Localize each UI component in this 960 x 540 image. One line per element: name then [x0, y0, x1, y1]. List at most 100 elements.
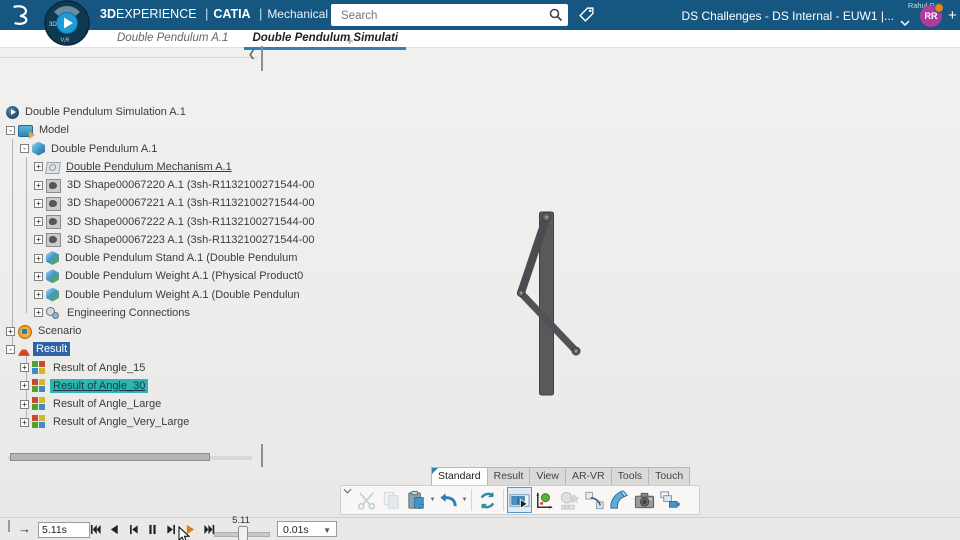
- tree-item-label: Result of Angle_30: [50, 378, 149, 393]
- tree-hscroll-thumb[interactable]: [10, 453, 210, 461]
- expand-expander-icon[interactable]: +: [34, 253, 43, 263]
- ribbon-tab-result[interactable]: Result: [486, 467, 531, 485]
- pendulum-3d-view[interactable]: [480, 190, 620, 405]
- expand-expander-icon[interactable]: +: [6, 326, 15, 336]
- panel-collapse-icon[interactable]: ❮: [248, 49, 256, 60]
- plot-icon[interactable]: [532, 487, 557, 513]
- video-export-icon[interactable]: [657, 487, 682, 513]
- paste-icon[interactable]: [404, 487, 429, 513]
- time-slider-thumb[interactable]: [238, 526, 248, 540]
- tree-item-label: Result of Angle_15: [53, 361, 146, 374]
- collapse-expander-icon[interactable]: -: [20, 144, 29, 153]
- expand-expander-icon[interactable]: +: [34, 180, 43, 190]
- mechanism-icon: [45, 161, 61, 174]
- paste-dropdown-arrow-icon[interactable]: ▼: [429, 497, 436, 503]
- update-icon[interactable]: [475, 487, 500, 513]
- sensors-icon[interactable]: [557, 487, 582, 513]
- expand-expander-icon[interactable]: +: [34, 217, 43, 226]
- tree-item-label: Engineering Connections: [67, 306, 190, 319]
- playback-bar: → 5.11 0.01s▼: [0, 515, 960, 540]
- result-b-icon: [32, 378, 47, 393]
- panel-resize-handle[interactable]: [261, 46, 263, 71]
- tree-item[interactable]: +3D Shape00067222 A.1 (3sh-R113210027154…: [4, 213, 318, 231]
- tree-item[interactable]: + Engineering Connections: [4, 304, 193, 322]
- expand-expander-icon[interactable]: +: [34, 290, 43, 299]
- play-backward-button[interactable]: [105, 521, 124, 537]
- ribbon-tab-view[interactable]: View: [529, 467, 566, 485]
- cut-icon[interactable]: [354, 487, 379, 513]
- section-icon[interactable]: [607, 487, 632, 513]
- notification-dot: [934, 3, 944, 13]
- tree-item[interactable]: +3D Shape00067220 A.1 (3sh-R113210027154…: [4, 176, 318, 194]
- displacement-icon[interactable]: [582, 487, 607, 513]
- tree-item-label: Scenario: [38, 325, 82, 337]
- tree-item[interactable]: - Double Pendulum A.1: [4, 140, 160, 158]
- tree-item[interactable]: + Scenario: [4, 322, 84, 340]
- ribbon-tab-standard[interactable]: Standard: [431, 467, 488, 485]
- playbar-drag-handle[interactable]: [8, 520, 10, 532]
- tree-item[interactable]: +3D Shape00067223 A.1 (3sh-R113210027154…: [4, 231, 318, 249]
- model-icon: [18, 125, 35, 140]
- top-bar: 3DEXPERIENCE |CATIA |Mechanical Sys. Exp…: [0, 0, 960, 46]
- jump-start-button[interactable]: [86, 521, 105, 537]
- expand-expander-icon[interactable]: +: [34, 308, 43, 318]
- product2-icon: [46, 287, 59, 302]
- step-size-dropdown[interactable]: 0.01s ▼: [277, 521, 337, 537]
- chevron-down-icon: ▼: [323, 526, 331, 535]
- search-icon[interactable]: [549, 8, 563, 27]
- tree-item[interactable]: + Result of Angle_30: [4, 377, 149, 395]
- tree-item-label: Double Pendulum A.1: [51, 142, 158, 155]
- chevron-down-icon[interactable]: [900, 13, 910, 31]
- avatar[interactable]: RR: [920, 3, 944, 27]
- copy-icon[interactable]: [379, 487, 404, 513]
- panel-resize-handle[interactable]: [261, 444, 263, 467]
- tree-item[interactable]: + Double Pendulum Weight A.1 (Double Pend…: [4, 286, 303, 304]
- shape-icon: [46, 178, 61, 193]
- workspace-selector[interactable]: DS Challenges - DS Internal - EUW1 |...: [681, 9, 894, 23]
- document-tab[interactable]: Double Pendulum A.1: [105, 30, 240, 48]
- ribbon-tab-touch[interactable]: Touch: [648, 467, 691, 485]
- tree-item[interactable]: + Result of Angle_15: [4, 359, 148, 377]
- ribbon-tab-ar-vr[interactable]: AR-VR: [564, 467, 612, 485]
- tree-item[interactable]: + Result of Angle_Very_Large: [4, 413, 192, 431]
- tree-item[interactable]: +3D Shape00067221 A.1 (3sh-R113210027154…: [4, 194, 318, 212]
- expand-expander-icon[interactable]: +: [20, 399, 29, 409]
- expand-expander-icon[interactable]: +: [34, 198, 43, 208]
- pause-button[interactable]: [143, 521, 162, 537]
- playback-controls: [86, 521, 219, 537]
- ribbon-tab-strip: Standard Result View AR-VR Tools Touch: [431, 467, 691, 485]
- toolbar-overflow-chevron-icon[interactable]: [341, 486, 354, 514]
- undo-dropdown-arrow-icon[interactable]: ▼: [461, 497, 468, 503]
- tree-item[interactable]: + Result of Angle_Large: [4, 395, 164, 413]
- time-input[interactable]: [38, 522, 90, 538]
- timeline-arrow-icon: →: [18, 521, 31, 536]
- undo-icon[interactable]: [436, 487, 461, 513]
- expand-expander-icon[interactable]: +: [34, 271, 43, 281]
- tree-item[interactable]: + Double Pendulum Weight A.1 (Physical Pr…: [4, 267, 306, 285]
- expand-expander-icon[interactable]: +: [20, 381, 29, 391]
- simulation-player-icon[interactable]: [507, 487, 532, 513]
- 3dexperience-compass-icon[interactable]: 3D V,R: [44, 0, 90, 51]
- expand-expander-icon[interactable]: +: [20, 417, 29, 427]
- document-tab[interactable]: Double Pendulum Simulati: [240, 30, 410, 50]
- result-root-icon: [18, 342, 30, 356]
- expand-expander-icon[interactable]: +: [20, 363, 29, 372]
- expand-expander-icon[interactable]: +: [34, 235, 43, 245]
- tag-icon[interactable]: [578, 6, 595, 28]
- camera-icon[interactable]: [632, 487, 657, 513]
- new-tab-button[interactable]: +: [340, 33, 360, 48]
- tree-item[interactable]: Double Pendulum Simulation A.1: [4, 103, 189, 121]
- expand-expander-icon[interactable]: +: [34, 162, 43, 172]
- ribbon-tab-tools[interactable]: Tools: [610, 467, 650, 485]
- tree-item-label: 3D Shape00067223 A.1 (3sh-R1132100271544…: [67, 233, 315, 246]
- slider-value-label: 5.11: [232, 515, 250, 526]
- collapse-expander-icon[interactable]: -: [6, 344, 15, 354]
- add-button[interactable]: +: [948, 7, 960, 24]
- step-backward-button[interactable]: [124, 521, 143, 537]
- tree-item[interactable]: + Double Pendulum Mechanism A.1: [4, 158, 235, 176]
- tree-item[interactable]: + Double Pendulum Stand A.1 (Double Pendu…: [4, 249, 300, 267]
- tree-item[interactable]: - Result: [4, 340, 71, 358]
- collapse-expander-icon[interactable]: -: [6, 125, 15, 135]
- tree-item[interactable]: - Model: [4, 121, 72, 140]
- search-input[interactable]: [339, 6, 538, 25]
